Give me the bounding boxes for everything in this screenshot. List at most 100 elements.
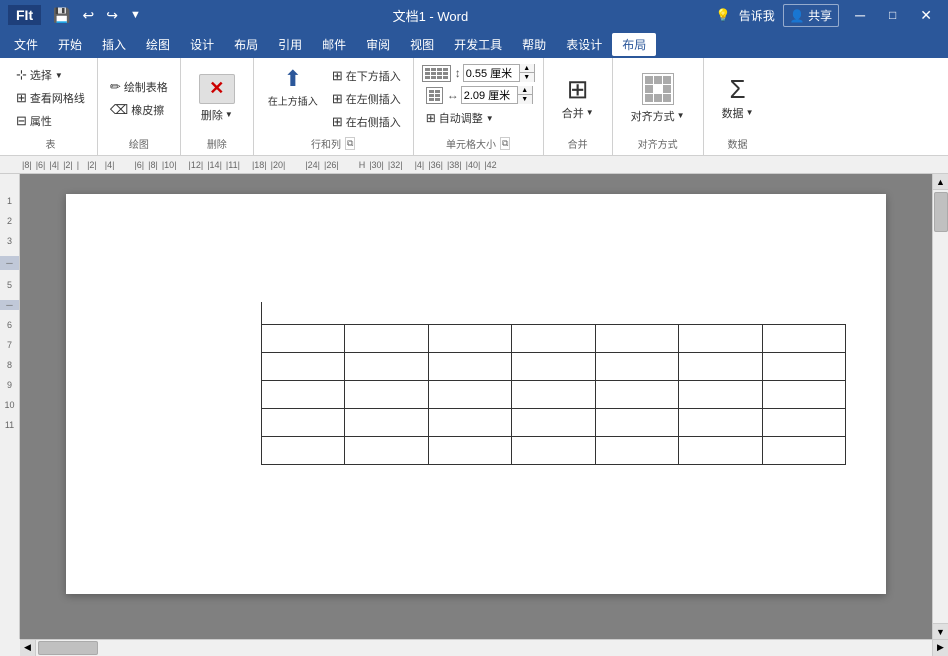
table-cell[interactable] (345, 325, 428, 353)
scroll-right-button[interactable]: ▶ (932, 640, 948, 656)
delete-button[interactable]: ✕ 删除 ▼ (191, 70, 243, 127)
table-cell[interactable] (595, 381, 678, 409)
rows-cols-expand-icon[interactable]: ⧉ (345, 137, 355, 150)
table-cell[interactable] (345, 409, 428, 437)
menu-item-references[interactable]: 引用 (268, 33, 312, 56)
table-cell[interactable] (512, 437, 595, 465)
table-cell[interactable] (428, 437, 511, 465)
properties-icon: ⊟ (16, 113, 27, 129)
table-cell[interactable] (262, 409, 345, 437)
cell-width-icon-col (426, 87, 443, 104)
table-cell[interactable] (679, 437, 762, 465)
lightbulb-icon[interactable]: 💡 (716, 8, 731, 22)
table-cell[interactable] (595, 409, 678, 437)
menu-item-layout-page[interactable]: 布局 (224, 33, 268, 56)
data-button[interactable]: Σ 数据 ▼ (714, 72, 762, 125)
table-cell[interactable] (428, 353, 511, 381)
insert-below-button[interactable]: ⊞ 在下方插入 (328, 66, 405, 86)
table-cell[interactable] (262, 353, 345, 381)
scrollbar-vertical[interactable]: ▲ ▼ (932, 174, 948, 639)
table-cell[interactable] (679, 409, 762, 437)
menu-item-review[interactable]: 审阅 (356, 33, 400, 56)
table-cell[interactable] (762, 325, 845, 353)
redo-icon[interactable]: ↪ (102, 5, 122, 26)
menu-item-view[interactable]: 视图 (400, 33, 444, 56)
ribbon-group-rows-cols-label: 行和列 ⧉ (260, 134, 407, 155)
table-cell[interactable] (679, 325, 762, 353)
close-button[interactable]: ✕ (912, 5, 940, 26)
cell-height-input[interactable] (464, 67, 519, 79)
menu-item-home[interactable]: 开始 (48, 33, 92, 56)
align-button[interactable]: 对齐方式 ▼ (623, 69, 693, 128)
table-cell[interactable] (345, 381, 428, 409)
save-icon[interactable]: 💾 (49, 5, 74, 26)
table-cell[interactable] (679, 353, 762, 381)
select-button[interactable]: ⊹ 选择 ▼ (12, 65, 89, 85)
table-cell[interactable] (512, 381, 595, 409)
scroll-h-thumb[interactable] (38, 641, 98, 655)
menu-item-insert[interactable]: 插入 (92, 33, 136, 56)
table-cell[interactable] (512, 353, 595, 381)
table-cell[interactable] (428, 325, 511, 353)
ribbon-group-align-content: 对齐方式 ▼ (619, 58, 697, 134)
auto-adjust-button[interactable]: ⊞ 自动调整 ▼ (422, 108, 498, 128)
cell-size-expand-icon[interactable]: ⧉ (500, 137, 510, 150)
table-cell[interactable] (762, 353, 845, 381)
maximize-button[interactable]: □ (881, 6, 904, 24)
table-cell[interactable] (512, 409, 595, 437)
menu-item-file[interactable]: 文件 (4, 33, 48, 56)
scroll-down-button[interactable]: ▼ (933, 623, 948, 639)
table-cell[interactable] (262, 437, 345, 465)
cell-width-row: ↔ ▲ ▼ (447, 86, 533, 104)
table-cell[interactable] (762, 437, 845, 465)
width-up-arrow[interactable]: ▲ (518, 86, 532, 95)
customize-icon[interactable]: ▼ (126, 7, 145, 23)
merge-button[interactable]: ⊞ 合并 ▼ (554, 72, 602, 125)
table-cell[interactable] (428, 381, 511, 409)
table-cell[interactable] (262, 325, 345, 353)
scroll-thumb[interactable] (934, 192, 948, 232)
table-cell[interactable] (345, 437, 428, 465)
draw-table-button[interactable]: ✏ 绘制表格 (106, 77, 172, 97)
table-cell[interactable] (262, 381, 345, 409)
menu-item-draw[interactable]: 绘图 (136, 33, 180, 56)
table-cell[interactable] (762, 409, 845, 437)
table-cell[interactable] (512, 325, 595, 353)
table-cell[interactable] (595, 353, 678, 381)
cell-width-input[interactable] (462, 89, 517, 101)
properties-button[interactable]: ⊟ 属性 (12, 111, 89, 131)
menu-item-table-design[interactable]: 表设计 (556, 33, 612, 56)
menu-item-developer[interactable]: 开发工具 (444, 33, 512, 56)
data-label: 数据 (722, 105, 744, 121)
insert-right-button[interactable]: ⊞ 在右侧插入 (328, 112, 405, 132)
table-cell[interactable] (595, 437, 678, 465)
align-arrow-icon: ▼ (677, 111, 685, 120)
scroll-up-button[interactable]: ▲ (933, 174, 948, 190)
insert-left-button[interactable]: ⊞ 在左侧插入 (328, 89, 405, 109)
table-cell[interactable] (345, 353, 428, 381)
ribbon-column-table: ⊹ 选择 ▼ ⊞ 查看网格线 ⊟ 属性 (12, 65, 89, 131)
table-cell[interactable] (595, 325, 678, 353)
menu-item-mailings[interactable]: 邮件 (312, 33, 356, 56)
insert-above-button[interactable]: ⬆ 在上方插入 (262, 64, 324, 112)
menu-item-help[interactable]: 帮助 (512, 33, 556, 56)
share-button[interactable]: 👤 共享 (783, 4, 839, 27)
table-cell[interactable] (679, 381, 762, 409)
align-label: 对齐方式 (631, 108, 675, 124)
undo-icon[interactable]: ↩ (79, 5, 99, 26)
menu-item-design[interactable]: 设计 (180, 33, 224, 56)
menu-item-layout-table[interactable]: 布局 (612, 33, 656, 56)
table-cell[interactable] (762, 381, 845, 409)
scroll-left-button[interactable]: ◀ (20, 640, 36, 656)
insert-below-icon: ⊞ (332, 68, 343, 84)
grid-view-button[interactable]: ⊞ 查看网格线 (12, 88, 89, 108)
height-down-arrow[interactable]: ▼ (520, 73, 534, 82)
scrollbar-horizontal[interactable]: ◀ ▶ (20, 639, 948, 655)
width-down-arrow[interactable]: ▼ (518, 95, 532, 104)
tell-me-button[interactable]: 告诉我 (739, 7, 775, 24)
minimize-button[interactable]: ─ (847, 5, 873, 25)
doc-title: 文档1 - Word (145, 6, 716, 25)
eraser-button[interactable]: ⌫ 橡皮擦 (106, 100, 172, 120)
table-cell[interactable] (428, 409, 511, 437)
height-up-arrow[interactable]: ▲ (520, 64, 534, 73)
